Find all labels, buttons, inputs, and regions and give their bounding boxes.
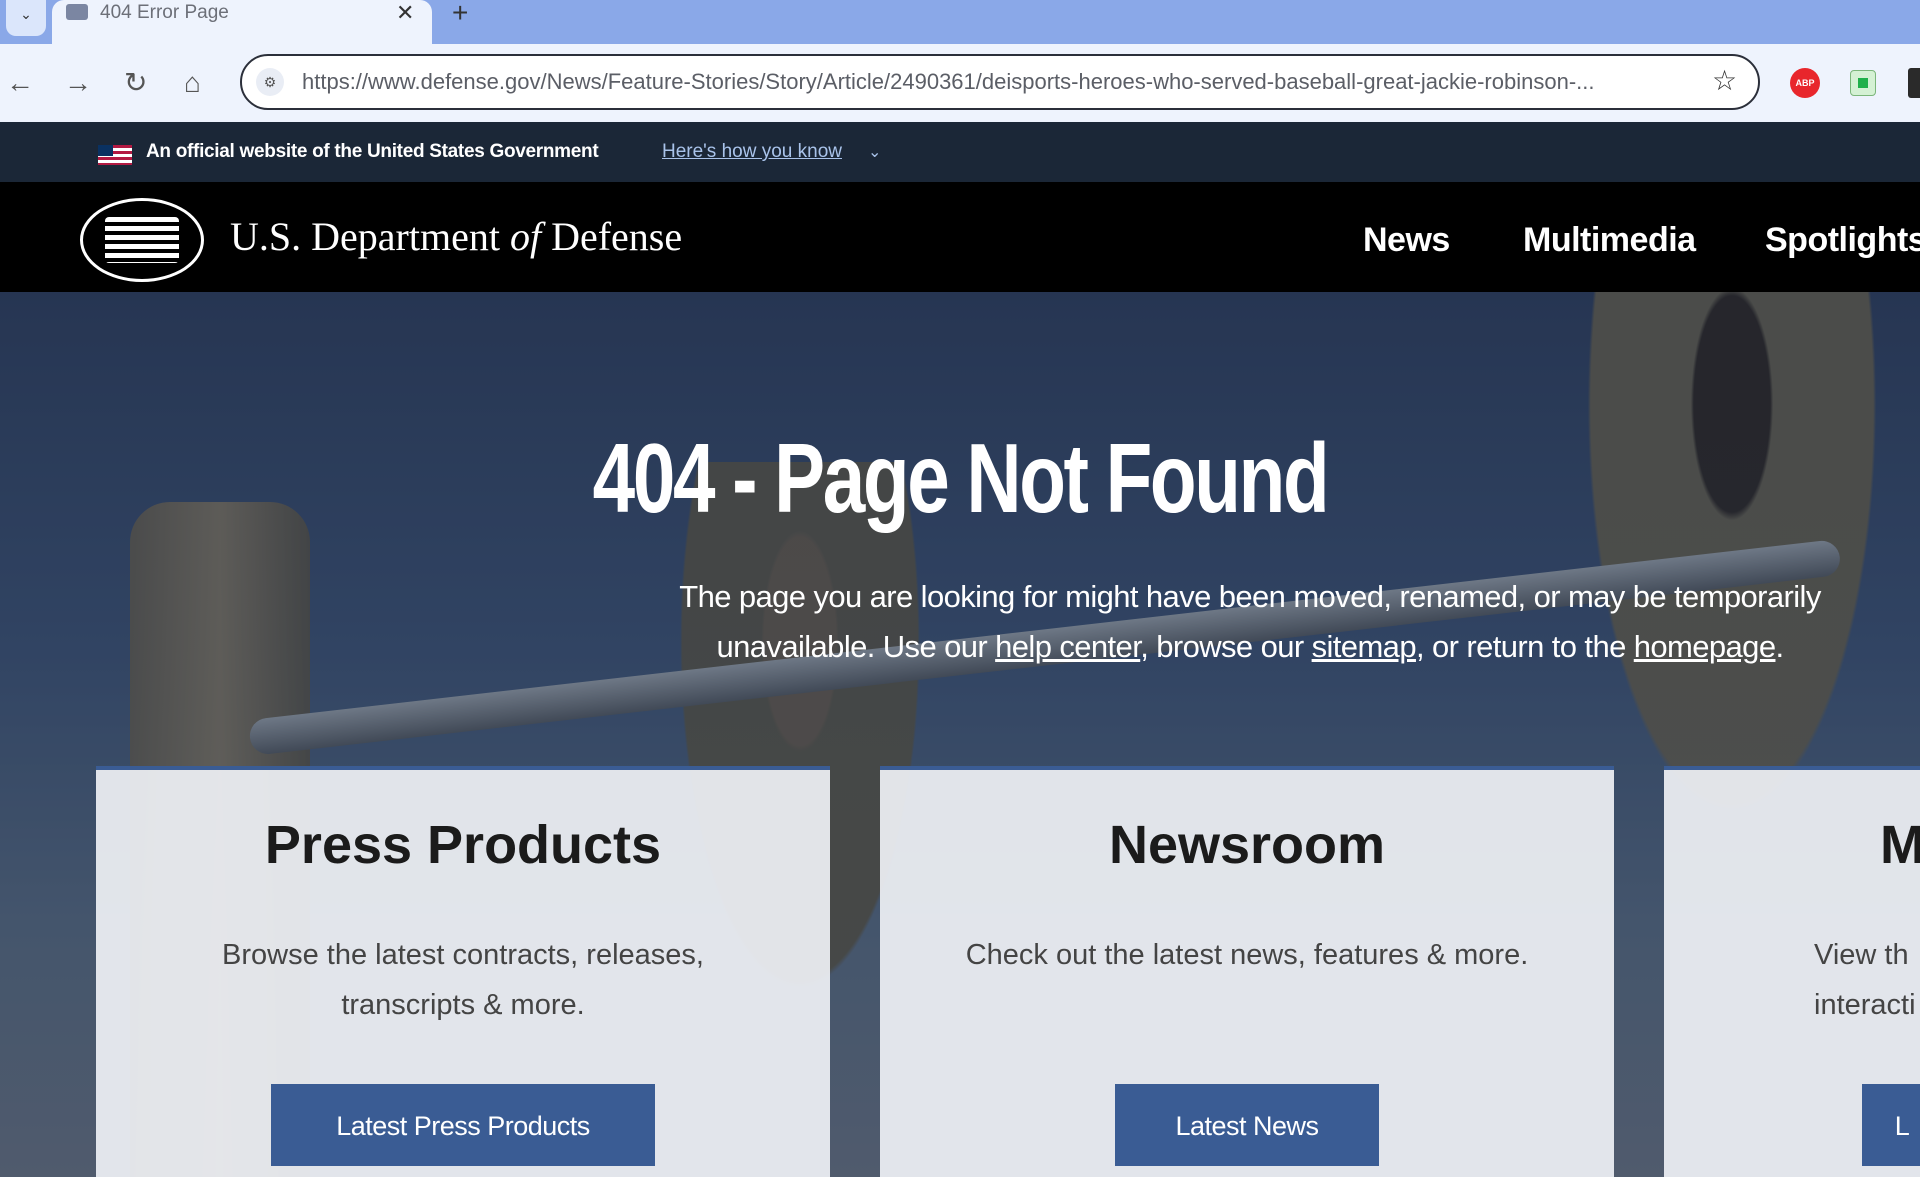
tab-search-icon[interactable]: ⌄ — [6, 0, 46, 36]
help-center-link[interactable]: help center — [995, 629, 1141, 664]
hero-section: 404 - Page Not Found The page you are lo… — [0, 292, 1920, 1177]
latest-press-products-button[interactable]: Latest Press Products — [271, 1084, 655, 1166]
site-title-suffix: Defense — [551, 214, 683, 259]
card-desc-line: interacti — [1814, 989, 1916, 1021]
site-header: U.S. Department of Defense News Multimed… — [0, 182, 1920, 292]
card-description: View th interacti — [1814, 930, 1920, 1030]
card-title: Press Products — [264, 815, 662, 875]
nav-news[interactable]: News — [1363, 182, 1450, 298]
adblock-extension-icon[interactable]: ABP — [1790, 68, 1820, 98]
tab-favicon-icon — [66, 4, 88, 20]
card-partial-button[interactable]: L — [1862, 1084, 1920, 1166]
card-title: M — [1880, 815, 1920, 875]
homepage-link[interactable]: homepage — [1634, 629, 1776, 664]
reload-icon[interactable]: ↻ — [124, 68, 147, 98]
hero-text-part: . — [1775, 629, 1784, 664]
back-icon[interactable]: ← — [6, 68, 34, 98]
forward-icon[interactable]: → — [64, 68, 92, 98]
nav-multimedia[interactable]: Multimedia — [1523, 182, 1696, 298]
card-title: Newsroom — [1108, 815, 1386, 875]
site-title[interactable]: U.S. Department of Defense — [230, 182, 682, 292]
gov-banner: An official website of the United States… — [0, 122, 1920, 182]
extension-icon[interactable] — [1850, 70, 1876, 96]
extension-icon-partial[interactable] — [1908, 68, 1920, 98]
hero-text-part: , browse our — [1140, 629, 1312, 664]
address-bar[interactable]: ⚙ https://www.defense.gov/News/Feature-S… — [240, 54, 1760, 110]
site-title-prefix: U.S. Department — [230, 214, 500, 259]
bookmark-star-icon[interactable]: ☆ — [1712, 64, 1737, 97]
latest-news-button[interactable]: Latest News — [1115, 1084, 1379, 1166]
gov-banner-text: An official website of the United States… — [146, 141, 599, 162]
new-tab-icon[interactable]: + — [452, 0, 468, 27]
pentagon-seal-logo[interactable] — [80, 198, 204, 282]
card-desc-line: View th — [1814, 939, 1909, 971]
us-flag-icon — [98, 145, 132, 165]
card-description: Browse the latest contracts, releases, t… — [222, 939, 704, 1021]
tab-close-icon[interactable]: ✕ — [396, 0, 414, 26]
chevron-down-icon[interactable]: ⌄ — [868, 122, 881, 184]
browser-tab-bar: ⌄ 404 Error Page ✕ + — [0, 0, 1920, 44]
tab-title: 404 Error Page — [100, 2, 229, 23]
hero-description: The page you are looking for might have … — [600, 572, 1900, 672]
card-press-products: Press Products Browse the latest contrac… — [96, 766, 830, 1177]
site-info-icon[interactable]: ⚙ — [256, 68, 284, 96]
home-icon[interactable]: ⌂ — [184, 68, 201, 98]
card-partial: M View th interacti L — [1664, 766, 1920, 1177]
url-text[interactable]: https://www.defense.gov/News/Feature-Sto… — [302, 56, 1682, 108]
sitemap-link[interactable]: sitemap — [1312, 629, 1417, 664]
page-title: 404 - Page Not Found — [592, 423, 1330, 533]
card-description: Check out the latest news, features & mo… — [965, 939, 1529, 971]
hero-text-part: , or return to the — [1415, 629, 1634, 664]
browser-toolbar: ← → ↻ ⌂ ⚙ https://www.defense.gov/News/F… — [0, 44, 1920, 122]
site-title-of: of — [509, 214, 542, 259]
card-newsroom: Newsroom Check out the latest news, feat… — [880, 766, 1614, 1177]
browser-tab[interactable]: 404 Error Page ✕ — [52, 0, 432, 44]
how-you-know-link[interactable]: Here's how you know — [662, 122, 842, 182]
nav-spotlights[interactable]: Spotlights — [1765, 182, 1920, 298]
